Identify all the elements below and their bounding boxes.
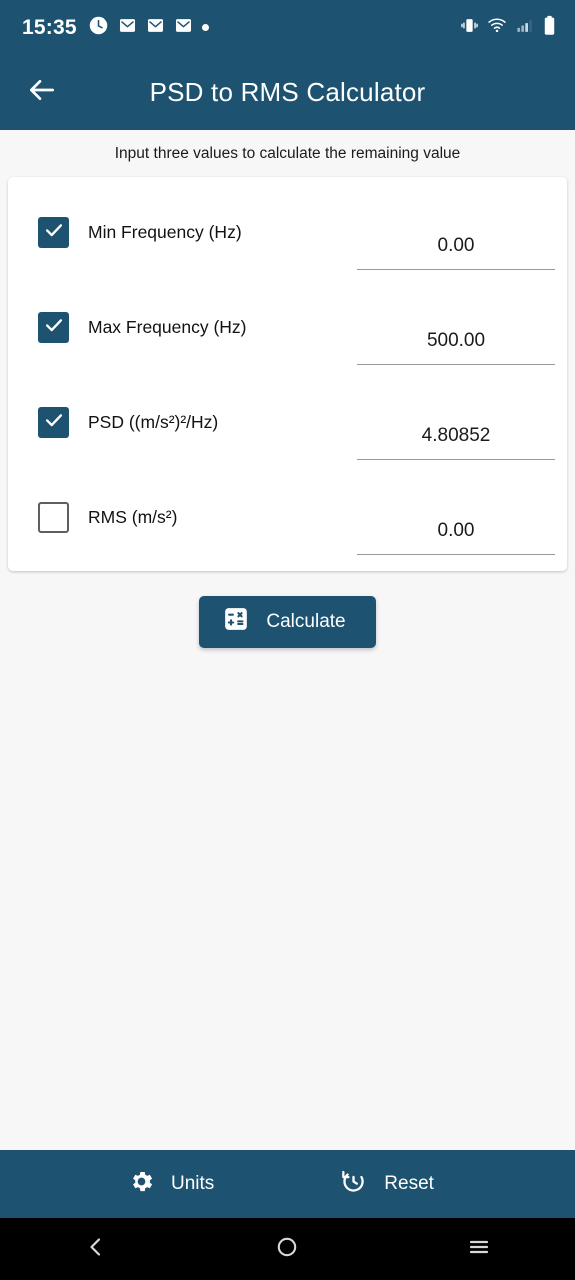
gear-icon bbox=[128, 1168, 155, 1201]
mail-icon bbox=[118, 16, 137, 40]
reset-button[interactable]: Reset bbox=[339, 1167, 434, 1202]
checkbox-psd[interactable] bbox=[38, 407, 69, 438]
underline-psd bbox=[357, 459, 555, 460]
instruction-text: Input three values to calculate the rema… bbox=[114, 145, 461, 162]
row-left-min-frequency: Min Frequency (Hz) bbox=[8, 217, 357, 248]
checkbox-min-frequency[interactable] bbox=[38, 217, 69, 248]
field-psd[interactable]: 4.80852 bbox=[357, 375, 555, 470]
wifi-icon bbox=[487, 15, 507, 40]
underline-max-frequency bbox=[357, 364, 555, 365]
status-bar-right bbox=[460, 15, 557, 41]
checkbox-rms[interactable] bbox=[38, 502, 69, 533]
check-icon bbox=[43, 219, 65, 246]
calculate-button-wrap: Calculate bbox=[0, 596, 575, 648]
label-max-frequency: Max Frequency (Hz) bbox=[88, 317, 247, 337]
check-icon bbox=[43, 409, 65, 436]
arrow-left-icon bbox=[26, 74, 58, 111]
mail-icon bbox=[146, 16, 165, 40]
main-content: Input three values to calculate the rema… bbox=[0, 130, 575, 1110]
app-bar: PSD to RMS Calculator bbox=[0, 55, 575, 130]
clock-icon bbox=[88, 15, 109, 41]
calculator-icon bbox=[223, 606, 249, 638]
status-bar-left: 15:35 bbox=[22, 15, 209, 41]
input-row-psd: PSD ((m/s²)²/Hz) 4.80852 bbox=[8, 375, 567, 470]
row-left-rms: RMS (m/s²) bbox=[8, 502, 357, 533]
field-rms[interactable]: 0.00 bbox=[357, 470, 555, 565]
hamburger-icon bbox=[467, 1235, 491, 1264]
row-left-psd: PSD ((m/s²)²/Hz) bbox=[8, 407, 357, 438]
field-min-frequency[interactable]: 0.00 bbox=[357, 185, 555, 280]
field-max-frequency[interactable]: 500.00 bbox=[357, 280, 555, 375]
value-psd[interactable]: 4.80852 bbox=[357, 425, 555, 459]
status-bar: 15:35 bbox=[0, 0, 575, 55]
input-row-max-frequency: Max Frequency (Hz) 500.00 bbox=[8, 280, 567, 375]
label-min-frequency: Min Frequency (Hz) bbox=[88, 222, 242, 242]
units-button[interactable]: Units bbox=[128, 1168, 214, 1201]
calculate-button[interactable]: Calculate bbox=[199, 596, 376, 648]
history-restore-icon bbox=[339, 1167, 368, 1202]
dot-icon bbox=[201, 24, 209, 31]
reset-button-label: Reset bbox=[384, 1173, 434, 1194]
input-row-rms: RMS (m/s²) 0.00 bbox=[8, 470, 567, 565]
label-rms: RMS (m/s²) bbox=[88, 507, 178, 527]
cellular-signal-icon bbox=[515, 16, 534, 40]
vibrate-icon bbox=[460, 16, 479, 40]
checkbox-max-frequency[interactable] bbox=[38, 312, 69, 343]
mail-icon bbox=[174, 16, 193, 40]
row-left-max-frequency: Max Frequency (Hz) bbox=[8, 312, 357, 343]
battery-icon bbox=[542, 15, 557, 41]
nav-recents-button[interactable] bbox=[434, 1218, 524, 1280]
circle-icon bbox=[275, 1235, 299, 1264]
value-rms[interactable]: 0.00 bbox=[357, 520, 555, 554]
android-nav-bar bbox=[0, 1218, 575, 1280]
nav-home-button[interactable] bbox=[242, 1218, 332, 1280]
calculate-button-label: Calculate bbox=[266, 611, 346, 632]
status-bar-clock: 15:35 bbox=[22, 15, 77, 39]
bottom-app-bar: Units Reset bbox=[0, 1150, 575, 1218]
check-icon bbox=[43, 314, 65, 341]
value-max-frequency[interactable]: 500.00 bbox=[357, 330, 555, 364]
page-title: PSD to RMS Calculator bbox=[149, 77, 426, 107]
underline-rms bbox=[357, 554, 555, 555]
label-psd: PSD ((m/s²)²/Hz) bbox=[88, 412, 219, 432]
nav-back-button[interactable] bbox=[51, 1218, 141, 1280]
back-button[interactable] bbox=[12, 74, 72, 111]
units-button-label: Units bbox=[171, 1173, 215, 1194]
input-row-min-frequency: Min Frequency (Hz) 0.00 bbox=[8, 185, 567, 280]
inputs-card: Min Frequency (Hz) 0.00 Max Frequency (H… bbox=[8, 177, 567, 571]
underline-min-frequency bbox=[357, 269, 555, 270]
chevron-left-icon bbox=[84, 1235, 108, 1264]
value-min-frequency[interactable]: 0.00 bbox=[357, 235, 555, 269]
